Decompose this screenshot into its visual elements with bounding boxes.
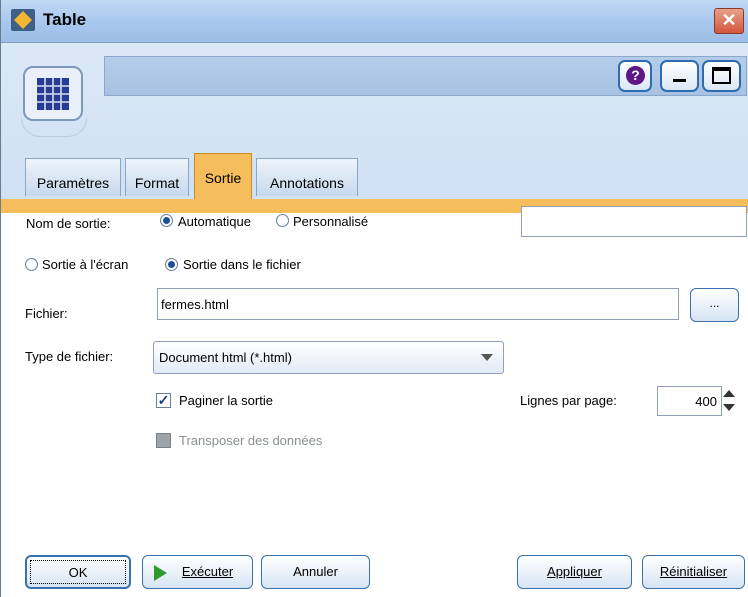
table-node-icon	[11, 9, 35, 31]
apply-button-label: Appliquer	[547, 564, 602, 579]
maximize-icon	[712, 67, 731, 84]
radio-output-screen[interactable]	[25, 258, 38, 271]
output-name-label: Nom de sortie:	[26, 216, 111, 231]
dialog-window: Table ✕ ? Paramètres Format Sortie Annot…	[0, 0, 748, 597]
maximize-button[interactable]	[702, 60, 741, 92]
radio-output-file[interactable]	[165, 258, 178, 271]
radio-name-custom[interactable]	[276, 214, 289, 227]
paginate-checkbox[interactable]: ✓	[156, 393, 171, 408]
table-icon	[23, 66, 83, 121]
transpose-checkbox	[156, 433, 171, 448]
tab-parametres[interactable]: Paramètres	[25, 158, 121, 196]
radio-name-auto[interactable]	[160, 214, 173, 227]
run-button-label: Exécuter	[181, 564, 234, 579]
stepper-up-icon[interactable]	[723, 390, 735, 397]
play-icon	[154, 565, 167, 581]
file-type-label: Type de fichier:	[25, 349, 114, 364]
browse-button[interactable]: ...	[690, 288, 739, 322]
file-type-value: Document html (*.html)	[159, 350, 292, 365]
cancel-button[interactable]: Annuler	[261, 555, 370, 589]
radio-output-screen-label[interactable]: Sortie à l'écran	[42, 257, 128, 272]
file-input[interactable]: fermes.html	[157, 288, 679, 320]
file-label: Fichier:	[25, 306, 68, 321]
minimize-icon	[673, 79, 686, 82]
lines-per-page-stepper[interactable]	[722, 386, 736, 416]
help-button[interactable]: ?	[618, 60, 652, 92]
lines-per-page-label: Lignes par page:	[520, 393, 617, 408]
close-button[interactable]: ✕	[714, 8, 744, 34]
reset-button-label: Réinitialiser	[659, 564, 728, 579]
minimize-button[interactable]	[660, 60, 699, 92]
transpose-label: Transposer des données	[179, 433, 323, 448]
run-button[interactable]: Exécuter	[142, 555, 253, 589]
apply-button[interactable]: Appliquer	[517, 555, 632, 589]
window-title: Table	[43, 10, 87, 29]
ok-button[interactable]: OK	[25, 555, 131, 589]
paginate-label[interactable]: Paginer la sortie	[179, 393, 273, 408]
stepper-down-icon[interactable]	[723, 404, 735, 411]
custom-name-input[interactable]	[521, 206, 747, 237]
focus-ring	[30, 560, 126, 584]
radio-name-auto-label[interactable]: Automatique	[178, 214, 251, 229]
chevron-down-icon	[481, 354, 493, 361]
radio-output-file-label[interactable]: Sortie dans le fichier	[183, 257, 301, 272]
lines-per-page-input[interactable]: 400	[657, 386, 722, 416]
close-icon: ✕	[721, 10, 737, 30]
tab-format[interactable]: Format	[125, 158, 189, 196]
node-icon-shadow	[21, 118, 87, 137]
reset-button[interactable]: Réinitialiser	[642, 555, 745, 589]
file-type-select[interactable]: Document html (*.html)	[153, 341, 504, 374]
tab-annotations[interactable]: Annotations	[256, 158, 358, 196]
title-bar[interactable]: Table ✕	[1, 0, 748, 43]
radio-name-custom-label[interactable]: Personnalisé	[293, 214, 368, 229]
help-icon: ?	[626, 66, 645, 85]
tab-sortie[interactable]: Sortie	[194, 153, 252, 201]
